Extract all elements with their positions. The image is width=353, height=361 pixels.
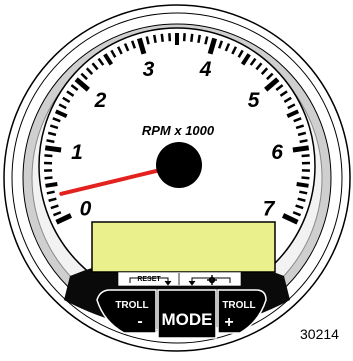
minor-tick <box>191 34 192 42</box>
troll-minus-label: TROLL <box>115 300 148 311</box>
minor-tick <box>44 155 52 156</box>
dial-number: 3 <box>143 58 155 81</box>
tachometer-gauge: 0 1 2 3 4 5 6 7 RPM x 1000 RESET TROLL - MODE T… <box>0 0 353 356</box>
minor-tick <box>302 155 310 156</box>
minor-tick <box>47 140 55 142</box>
major-tick <box>45 148 61 150</box>
minor-tick <box>299 192 307 194</box>
dial-number: 2 <box>94 89 107 112</box>
minor-tick <box>300 140 308 142</box>
mode-label: MODE <box>162 310 213 329</box>
reset-label: RESET <box>137 276 161 283</box>
minor-tick <box>45 184 57 186</box>
minus-symbol: - <box>137 313 142 330</box>
mode-button[interactable]: MODE <box>158 290 216 338</box>
needle-hub <box>156 142 202 188</box>
minor-tick <box>154 35 155 43</box>
minor-tick <box>162 34 163 42</box>
minor-tick <box>45 178 53 179</box>
minor-tick <box>297 184 309 186</box>
minor-tick <box>205 36 207 44</box>
dial-number: 5 <box>248 89 260 112</box>
troll-plus-label: TROLL <box>222 300 255 311</box>
dial-number: 7 <box>263 198 276 221</box>
minor-tick <box>47 192 55 194</box>
dial-number: 4 <box>199 58 212 81</box>
minor-tick <box>147 36 149 44</box>
figure-id: 30214 <box>300 326 339 342</box>
dial-number: 6 <box>271 141 283 164</box>
major-tick <box>293 148 309 150</box>
minor-tick <box>301 178 309 179</box>
gauge-svg: 0 1 2 3 4 5 6 7 RPM x 1000 RESET TROLL - MODE T… <box>0 0 353 356</box>
dial-number: 0 <box>80 198 92 221</box>
lcd-display <box>92 222 275 272</box>
plus-symbol: + <box>224 314 233 331</box>
minor-tick <box>198 35 199 43</box>
scale-label: RPM x 1000 <box>142 123 215 138</box>
dial-number: 1 <box>71 141 83 164</box>
